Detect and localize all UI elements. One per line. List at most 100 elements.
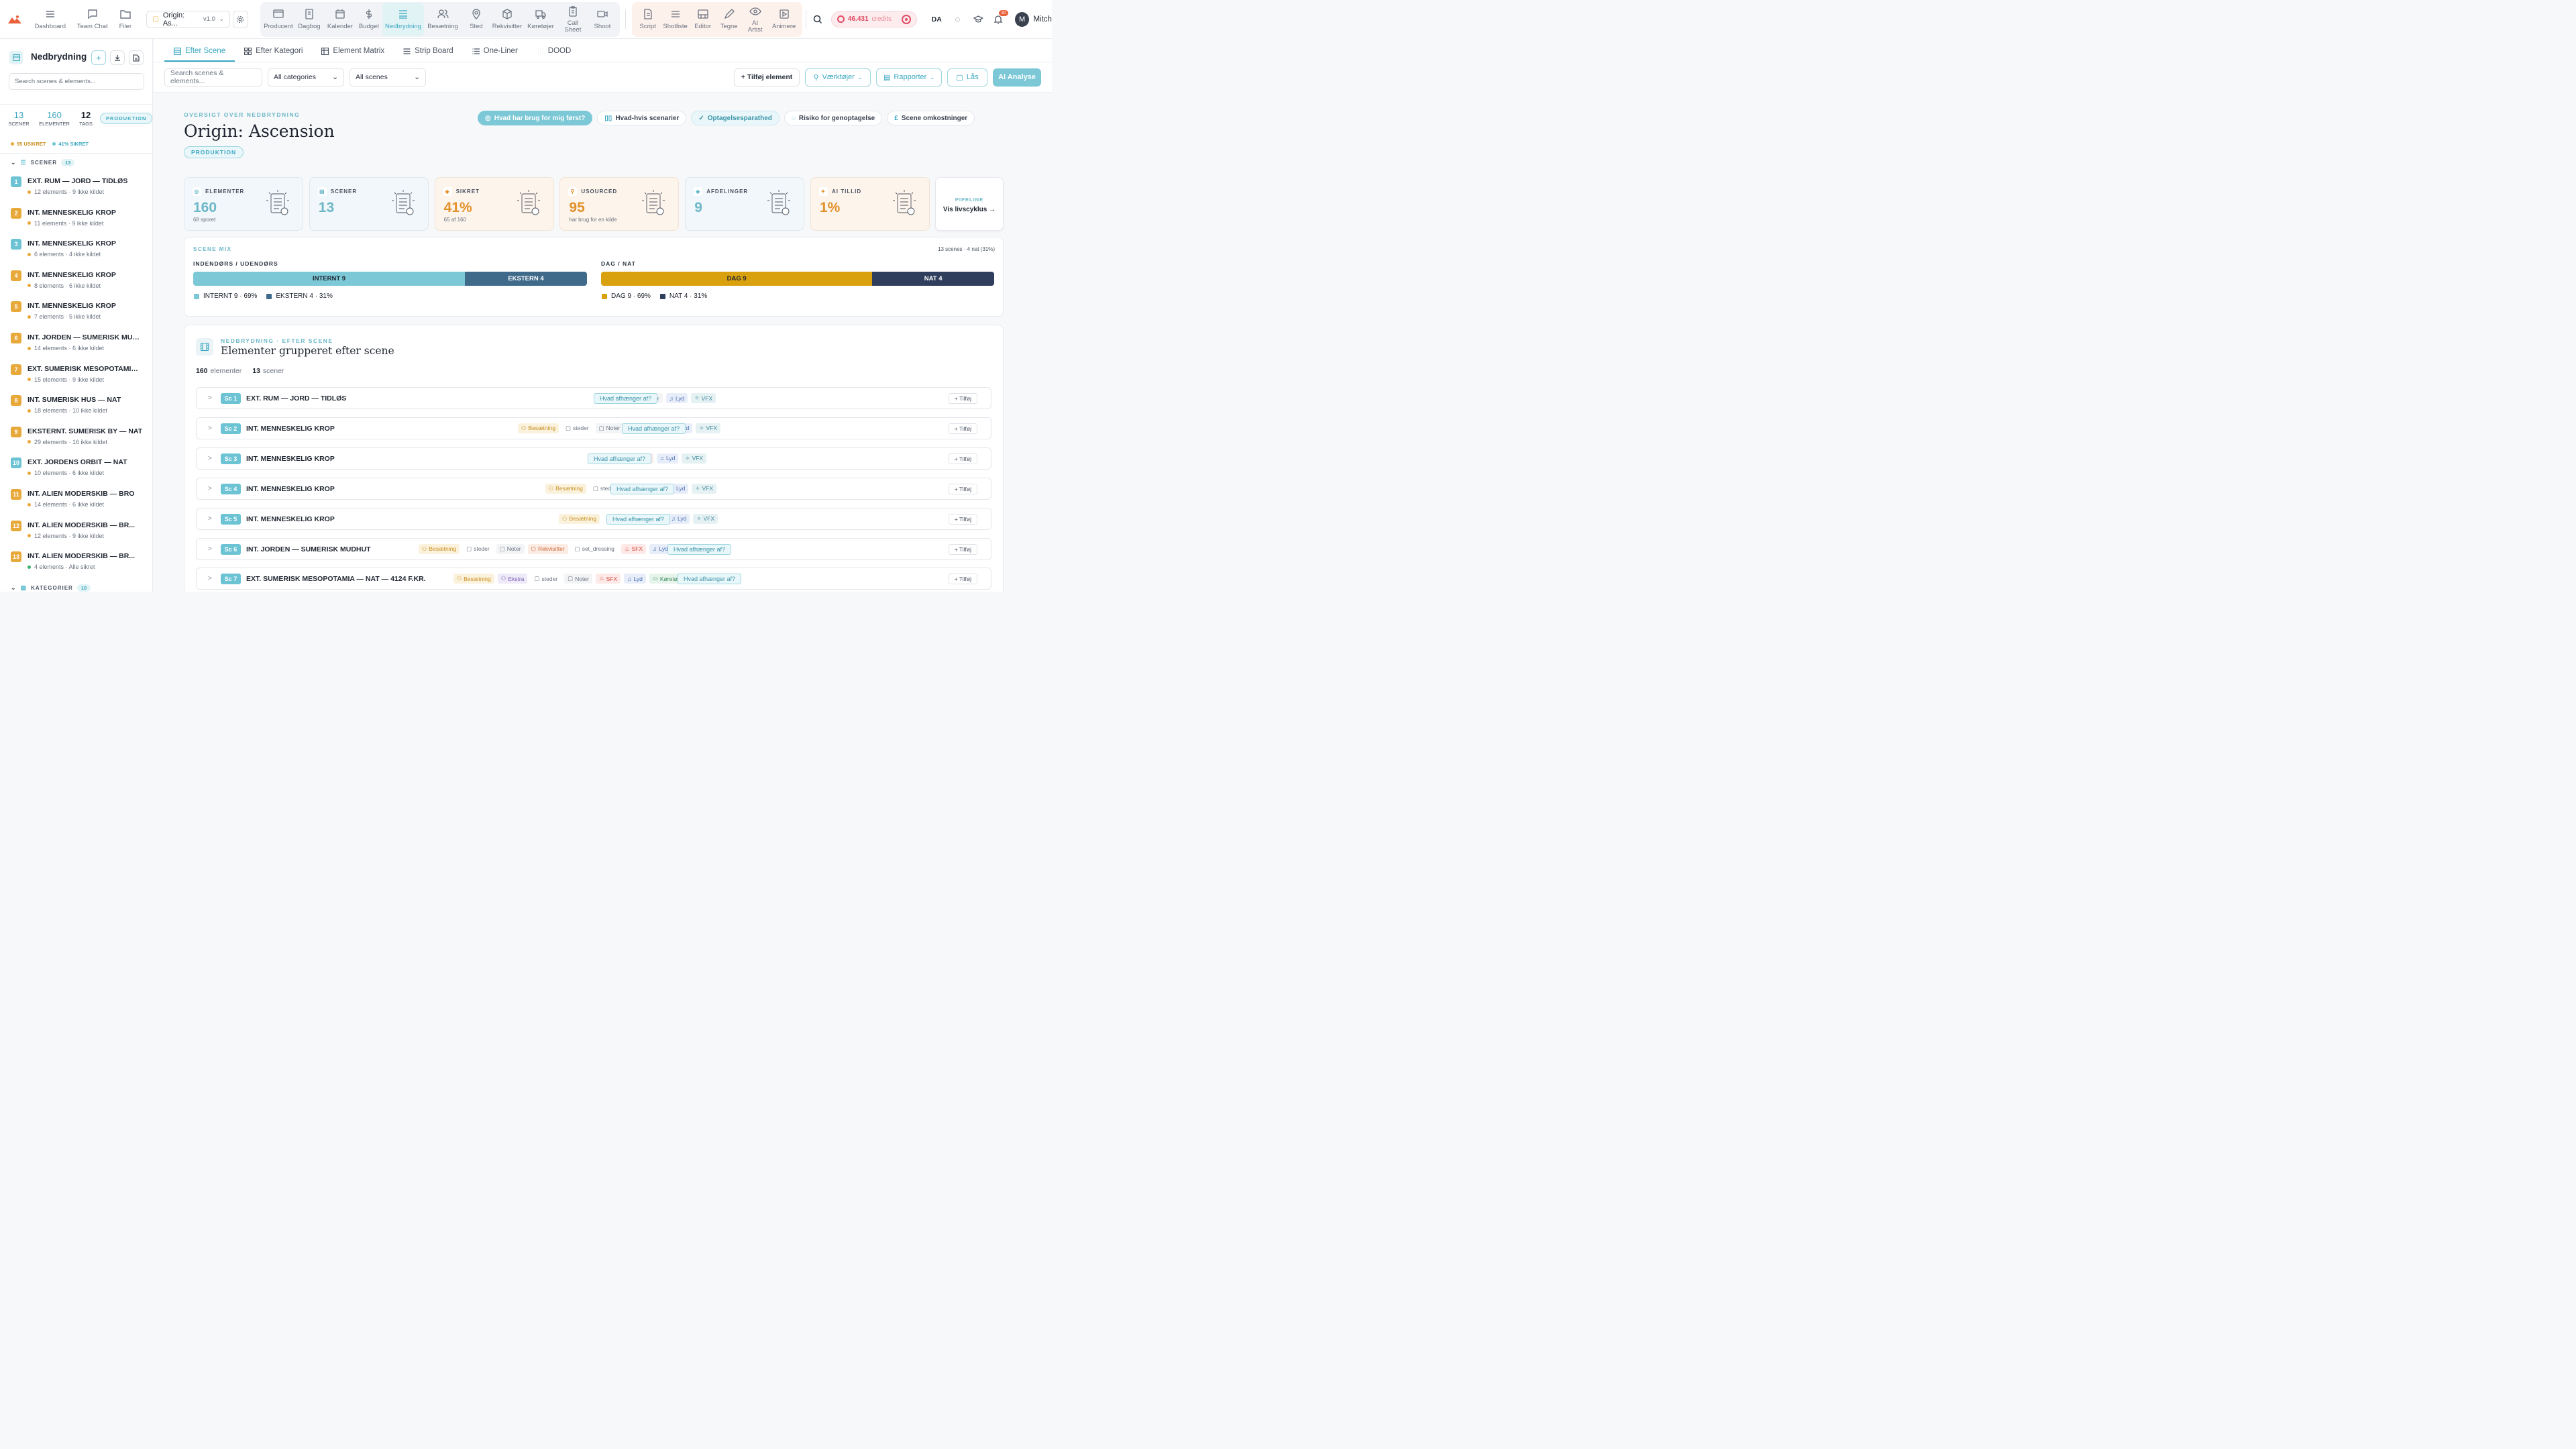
chevron-right-icon[interactable]: > <box>208 545 212 553</box>
project-settings-button[interactable] <box>232 10 249 28</box>
user-name[interactable]: Mitch <box>1033 15 1051 23</box>
element-tag-eks[interactable]: ⚇ Ekstra <box>497 574 528 584</box>
nav-besaetning[interactable]: Besætning <box>424 3 462 36</box>
categories-section-header[interactable]: ⌄ ▦ KATEGORIER 10 <box>11 584 91 592</box>
chevron-right-icon[interactable]: > <box>208 455 212 462</box>
nav-rekvisitter[interactable]: Rekvisitter <box>491 3 523 36</box>
project-selector[interactable]: ▢ Origin: As... v1.0 ⌄ <box>146 10 230 28</box>
nav-script[interactable]: Script <box>635 3 661 36</box>
element-tag-vfx[interactable]: ✧VFX <box>692 483 716 494</box>
scene-row[interactable]: >Sc 5INT. MENNESKELIG KROP⚇Besætning▢ste… <box>196 507 991 530</box>
element-tag-lyd[interactable]: ♫Lyd <box>667 513 690 524</box>
element-tag-std[interactable]: ▢steder <box>531 574 561 584</box>
element-tag-lyd[interactable]: ♫Lyd <box>656 453 679 464</box>
scene-row[interactable]: > Sc 2 INT. MENNESKELIG KROP ⚇ Besætning ▢ ste… <box>196 417 991 439</box>
tab-one-liner[interactable]: One-Liner <box>463 47 527 62</box>
add-element-row-button[interactable]: + Tilføj <box>948 393 977 404</box>
add-element-row-button[interactable]: + Tilføj <box>948 574 977 585</box>
nav-call-sheet[interactable]: Call Sheet <box>558 3 588 36</box>
nav-koeretoejer[interactable]: Køretøjer <box>523 3 558 36</box>
chevron-right-icon[interactable]: > <box>208 485 212 492</box>
element-tag-vfx[interactable]: ✧VFX <box>682 453 706 464</box>
element-tag-bes[interactable]: ⚇ Besætning <box>418 543 460 554</box>
element-tag-dre[interactable]: ▢ set_dressing <box>571 543 618 554</box>
dependencies-button[interactable]: Hvad afhænger af? <box>667 543 732 555</box>
pill-what-if-scenarios[interactable]: ▯▯ Hvad-hvis scenarier <box>597 111 687 125</box>
pill-what-needs-me-first[interactable]: ◎ Hvad har brug for mig først? <box>478 111 593 125</box>
element-tag-not[interactable]: ▢Noter <box>564 574 592 584</box>
element-tag-bes[interactable]: ⚇ Besætning <box>558 513 600 524</box>
element-tag-sfx[interactable]: ♨SFX <box>621 543 647 554</box>
add-button[interactable]: + <box>91 50 106 65</box>
tab-dood[interactable]: DOOD <box>527 47 581 62</box>
stat-card-elementer[interactable]: ◎ ELEMENTER 160 68 sporet <box>184 177 303 231</box>
nav-shotliste[interactable]: Shotliste <box>661 3 690 36</box>
element-tag-std[interactable]: ▢steder <box>561 423 592 433</box>
element-tag-std[interactable]: ▢steder <box>463 543 493 554</box>
app-logo[interactable] <box>0 15 29 24</box>
nav-nedbrydning[interactable]: Nedbrydning <box>382 2 424 36</box>
sidebar-search-input[interactable]: Search scenes & elements... <box>9 73 144 90</box>
nav-producent[interactable]: Producent <box>263 3 294 36</box>
avatar[interactable]: M <box>1014 11 1030 27</box>
element-tag-rek[interactable]: ⬡Rekvisitter <box>527 543 568 554</box>
pill-reshoot-risk[interactable]: ◌ Risiko for genoptagelse <box>784 111 883 125</box>
pipeline-card[interactable]: PIPELINE Vis livscyklus → <box>935 177 1004 231</box>
dependencies-button[interactable]: Hvad afhænger af? <box>588 453 652 464</box>
tab-strip-board[interactable]: Strip Board <box>394 47 463 62</box>
tab-efter-scene[interactable]: Efter Scene <box>164 47 235 62</box>
add-element-row-button[interactable]: + Tilføj <box>948 423 977 434</box>
ai-analysis-button[interactable]: AI Analyse <box>993 68 1041 87</box>
add-element-row-button[interactable]: + Tilføj <box>948 483 977 494</box>
nav-dagbog[interactable]: Dagbog <box>294 3 325 36</box>
nav-ai-artist[interactable]: AI Artist <box>742 3 769 36</box>
stat-card-ai-tillid[interactable]: ✦ AI TILLID 1% <box>810 177 930 231</box>
notifications-button[interactable]: 30 <box>994 9 1008 25</box>
pipeline-link[interactable]: Vis livscyklus → <box>936 206 1003 213</box>
nav-budget[interactable]: Budget <box>356 3 382 36</box>
search-button[interactable] <box>810 11 826 28</box>
chevron-right-icon[interactable]: > <box>208 425 212 432</box>
scene-row[interactable]: > Sc 4 INT. MENNESKELIG KROP ⚇ Besætning ▢ ste… <box>196 477 991 500</box>
tab-element-matrix[interactable]: Element Matrix <box>312 47 394 62</box>
nav-tegne[interactable]: Tegne <box>716 3 742 36</box>
scene-search-input[interactable]: Search scenes & elements... <box>164 68 262 87</box>
drop-icon[interactable]: ◌ <box>955 14 960 24</box>
nav-animere[interactable]: Animere <box>769 3 800 36</box>
nav-kalender[interactable]: Kalender <box>325 3 356 36</box>
nav-dashboard[interactable]: Dashboard <box>29 3 71 36</box>
element-tag-bes[interactable]: ⚇ Besætning <box>545 483 586 494</box>
element-tag-bes[interactable]: ⚇ Besætning <box>453 574 494 584</box>
scene-filter-select[interactable]: All scenes ⌄ <box>350 68 426 87</box>
scene-row[interactable]: >Sc 1EXT. RUM — JORD — TIDLØS▢steder▢Not… <box>196 387 991 409</box>
scenes-section-header[interactable]: ⌄ ☰ SCENER 13 <box>11 159 75 166</box>
dependencies-button[interactable]: Hvad afhænger af? <box>678 574 742 585</box>
dependencies-button[interactable]: Hvad afhænger af? <box>610 483 675 494</box>
chevron-right-icon[interactable]: > <box>208 515 212 523</box>
nav-sted[interactable]: Sted <box>462 3 491 36</box>
stat-card-sikret[interactable]: ◈ SIKRET 41% 65 af 160 <box>434 177 554 231</box>
add-element-row-button[interactable]: + Tilføj <box>948 543 977 555</box>
stat-card-scener[interactable]: ▤ SCENER 13 <box>309 177 429 231</box>
element-tag-vfx[interactable]: ✧VFX <box>696 423 720 433</box>
element-tag-sfx[interactable]: ♨SFX <box>595 574 621 584</box>
scene-row[interactable]: >Sc 3INT. MENNESKELIG KROP▢steder♨SFX♫Ly… <box>196 447 991 470</box>
element-tag-vfx[interactable]: ✧VFX <box>693 513 718 524</box>
dependencies-button[interactable]: Hvad afhænger af? <box>594 393 658 404</box>
lock-button[interactable]: ▢ Lås <box>947 68 987 87</box>
element-tag-not[interactable]: ▢Noter <box>496 543 525 554</box>
element-tag-bes[interactable]: ⚇ Besætning <box>517 423 559 433</box>
category-filter-select[interactable]: All categories ⌄ <box>268 68 344 87</box>
scene-row[interactable]: > Sc 6 INT. JORDEN — SUMERISK MUDHUT ⚇ Besæt… <box>196 537 991 560</box>
dependencies-button[interactable]: Hvad afhænger af? <box>606 513 671 525</box>
pill-scene-costs[interactable]: £ Scene omkostninger <box>887 111 975 125</box>
element-tag-lyd[interactable]: ♫Lyd <box>665 393 688 403</box>
pill-shoot-readiness[interactable]: ✓ Optagelsesparathed <box>691 111 780 125</box>
download-button[interactable] <box>110 50 125 65</box>
graduation-cap-icon[interactable] <box>973 15 983 23</box>
nav-filer[interactable]: Filer <box>113 3 137 36</box>
credits-badge[interactable]: 46.431 credits <box>830 11 917 28</box>
chevron-right-icon[interactable]: > <box>208 575 212 582</box>
scene-row[interactable]: > Sc 7 EXT. SUMERISK MESOPOTAMIA — NAT — 4… <box>196 568 991 590</box>
tab-efter-kategori[interactable]: Efter Kategori <box>235 47 312 62</box>
